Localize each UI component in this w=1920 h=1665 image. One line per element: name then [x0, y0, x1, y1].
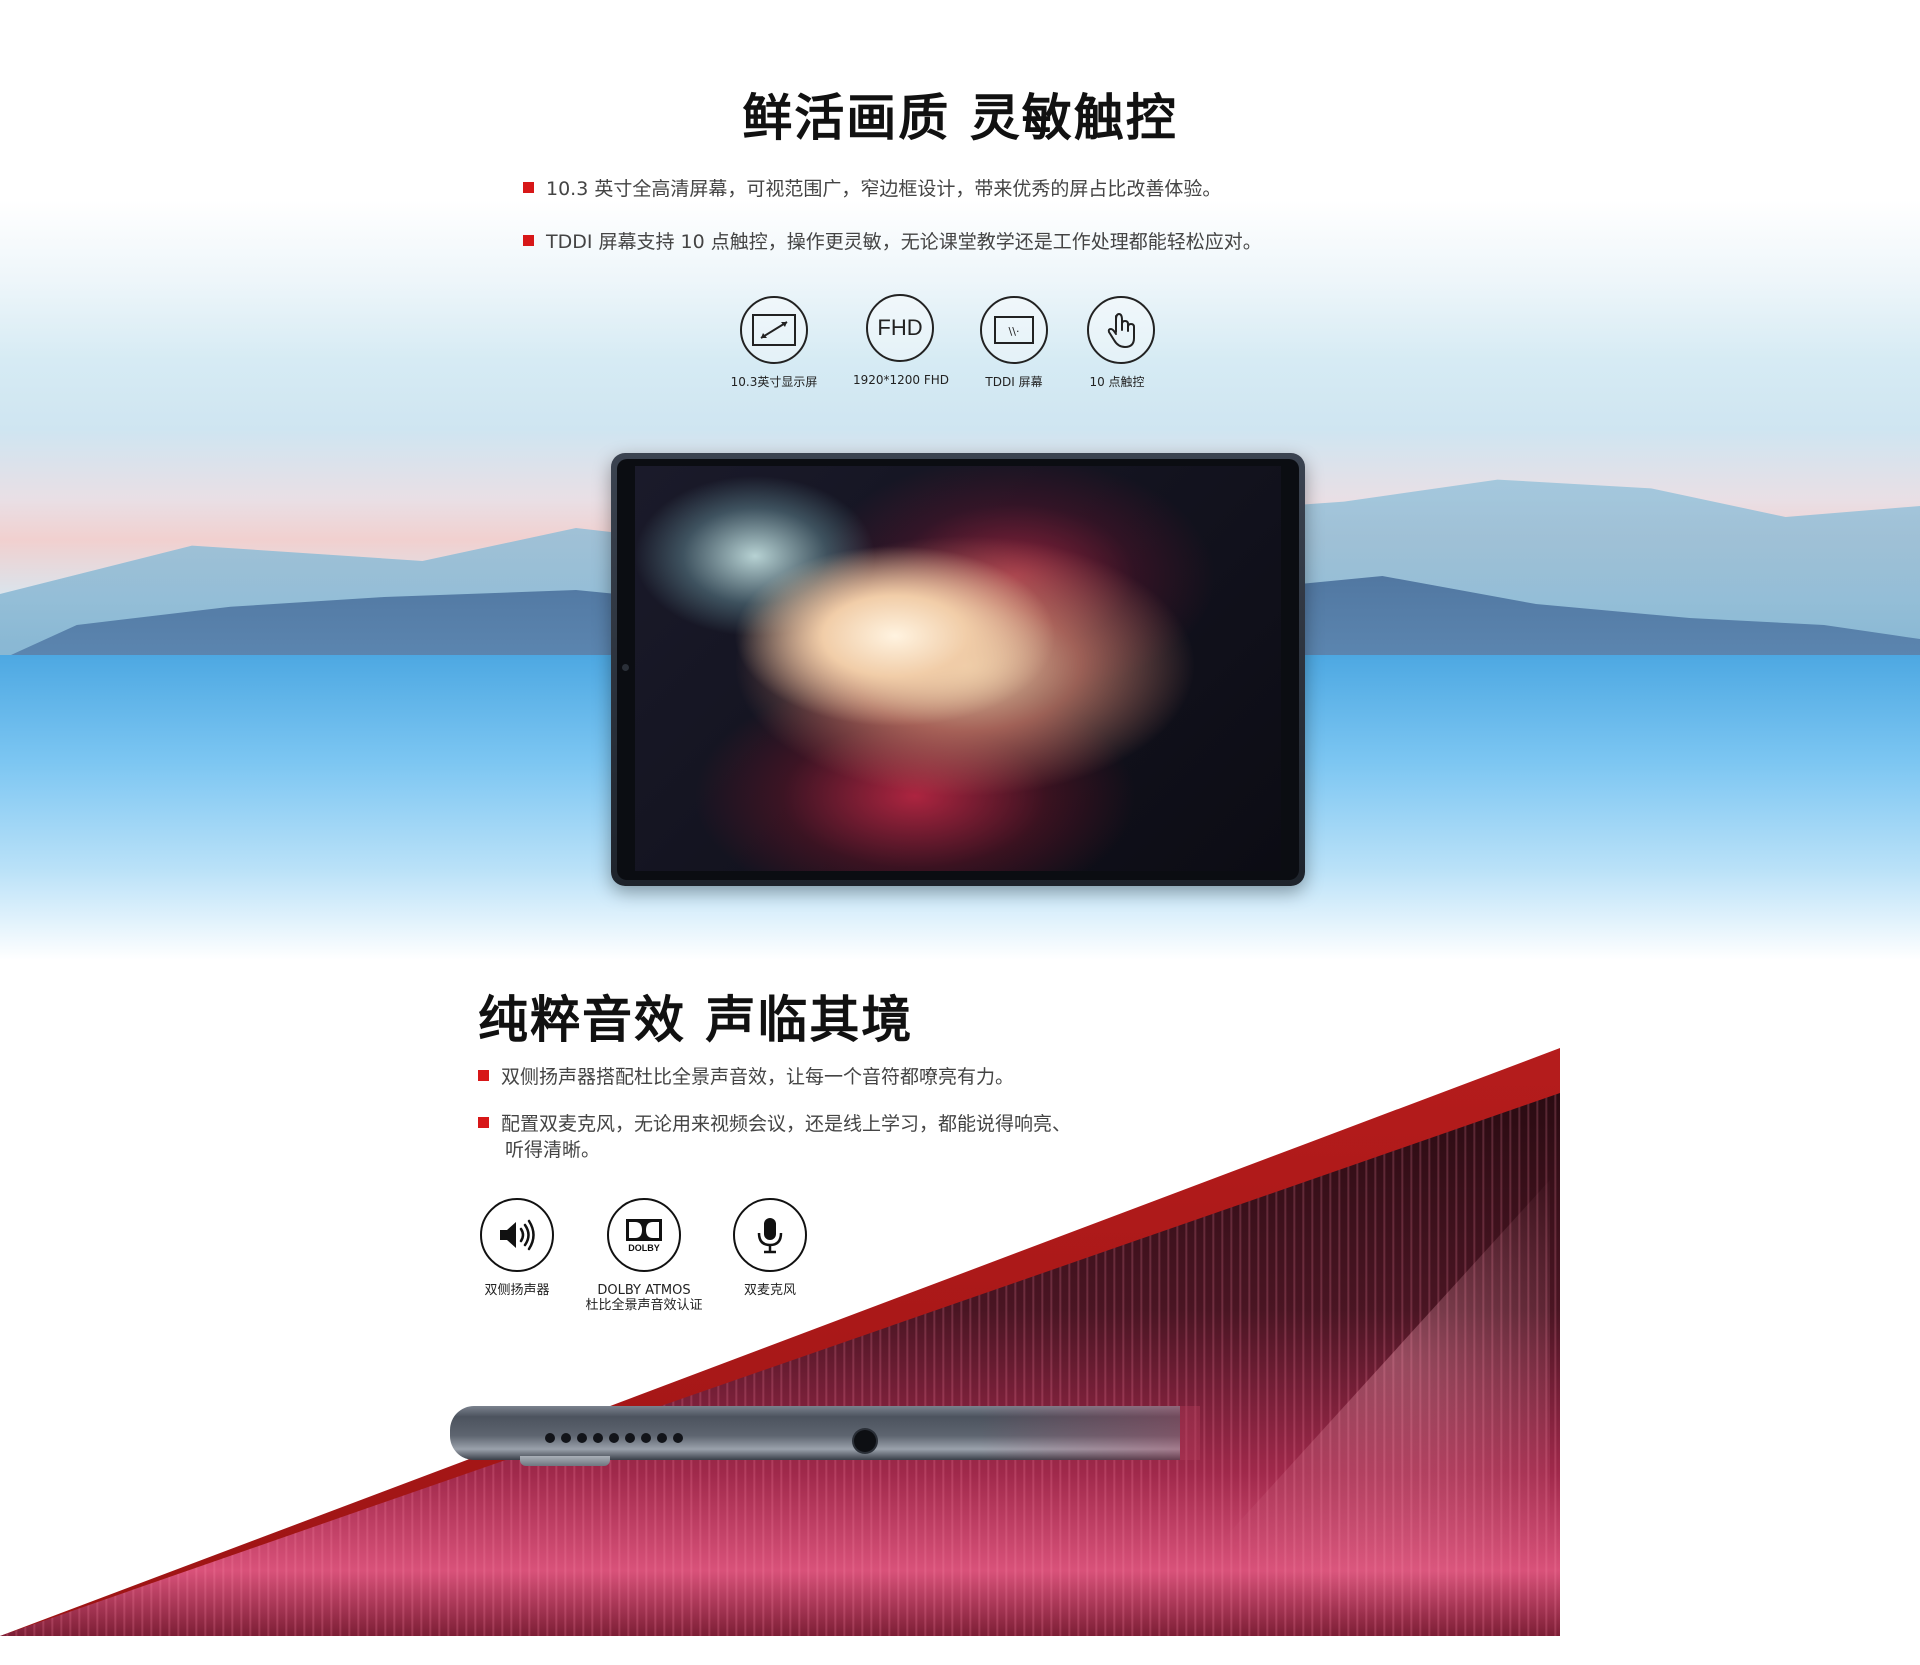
- speaker-hole: [561, 1433, 571, 1443]
- audio-bullet-2: 配置双麦克风，无论用来视频会议，还是线上学习，都能说得响亮、听得清晰。: [478, 1111, 1075, 1163]
- screen-diagonal-icon: [740, 296, 808, 364]
- red-square-bullet-icon: [523, 235, 534, 246]
- display-section-title: 鲜活画质 灵敏触控: [742, 89, 1178, 147]
- fhd-icon-text: FHD: [877, 315, 923, 340]
- svg-text:\\·: \\·: [1009, 325, 1020, 338]
- front-camera: [622, 664, 629, 671]
- feature-sublabel: 杜比全景声音效认证: [585, 1298, 703, 1313]
- audio-bullet-2-text: 配置双麦克风，无论用来视频会议，还是线上学习，都能说得响亮、听得清晰。: [501, 1113, 1072, 1161]
- tablet-side-fade: [980, 1406, 1200, 1460]
- feature-label: 10 点触控: [1089, 375, 1145, 389]
- headphone-jack: [854, 1430, 876, 1452]
- display-bullet-2-text: TDDI 屏幕支持 10 点触控，操作更灵敏，无论课堂教学还是工作处理都能轻松应…: [546, 231, 1262, 253]
- red-square-bullet-icon: [478, 1117, 489, 1128]
- display-bullet-2: TDDI 屏幕支持 10 点触控，操作更灵敏，无论课堂教学还是工作处理都能轻松应…: [523, 229, 1262, 255]
- touch-hand-icon: [1087, 296, 1155, 364]
- speaker-hole: [625, 1433, 635, 1443]
- feature-label: TDDI 屏幕: [985, 375, 1043, 389]
- speaker-hole: [673, 1433, 683, 1443]
- speaker-hole: [577, 1433, 587, 1443]
- speaker-hole: [609, 1433, 619, 1443]
- feature-label: DOLBY ATMOS: [597, 1283, 691, 1298]
- audio-section-title: 纯粹音效 声临其境: [478, 991, 914, 1049]
- display-bullet-1-text: 10.3 英寸全高清屏幕，可视范围广，窄边框设计，带来优秀的屏占比改善体验。: [546, 178, 1222, 200]
- audio-bullet-1: 双侧扬声器搭配杜比全景声音效，让每一个音符都嘹亮有力。: [478, 1064, 1014, 1090]
- speaker-hole: [641, 1433, 651, 1443]
- tablet-screen-artwork: [635, 466, 1281, 871]
- dolby-icon: DOLBY: [607, 1198, 681, 1272]
- display-bullet-1: 10.3 英寸全高清屏幕，可视范围广，窄边框设计，带来优秀的屏占比改善体验。: [523, 176, 1221, 202]
- tddi-screen-icon: \\·: [980, 296, 1048, 364]
- feature-label: 1920*1200 FHD: [852, 373, 950, 387]
- feature-label: 双麦克风: [743, 1283, 796, 1298]
- red-square-bullet-icon: [523, 182, 534, 193]
- red-square-bullet-icon: [478, 1070, 489, 1081]
- feature-label: 双侧扬声器: [484, 1283, 550, 1298]
- dolby-icon-text: DOLBY: [628, 1242, 660, 1253]
- feature-label: 10.3英寸显示屏: [730, 375, 818, 389]
- speaker-hole: [545, 1433, 555, 1443]
- speaker-icon: [480, 1198, 554, 1272]
- fhd-icon: FHD: [866, 294, 934, 362]
- speaker-hole: [657, 1433, 667, 1443]
- tablet-side-base: [520, 1456, 610, 1466]
- speaker-grille: [545, 1433, 683, 1443]
- audio-bullet-1-text: 双侧扬声器搭配杜比全景声音效，让每一个音符都嘹亮有力。: [501, 1066, 1015, 1088]
- speaker-hole: [593, 1433, 603, 1443]
- microphone-icon: [733, 1198, 807, 1272]
